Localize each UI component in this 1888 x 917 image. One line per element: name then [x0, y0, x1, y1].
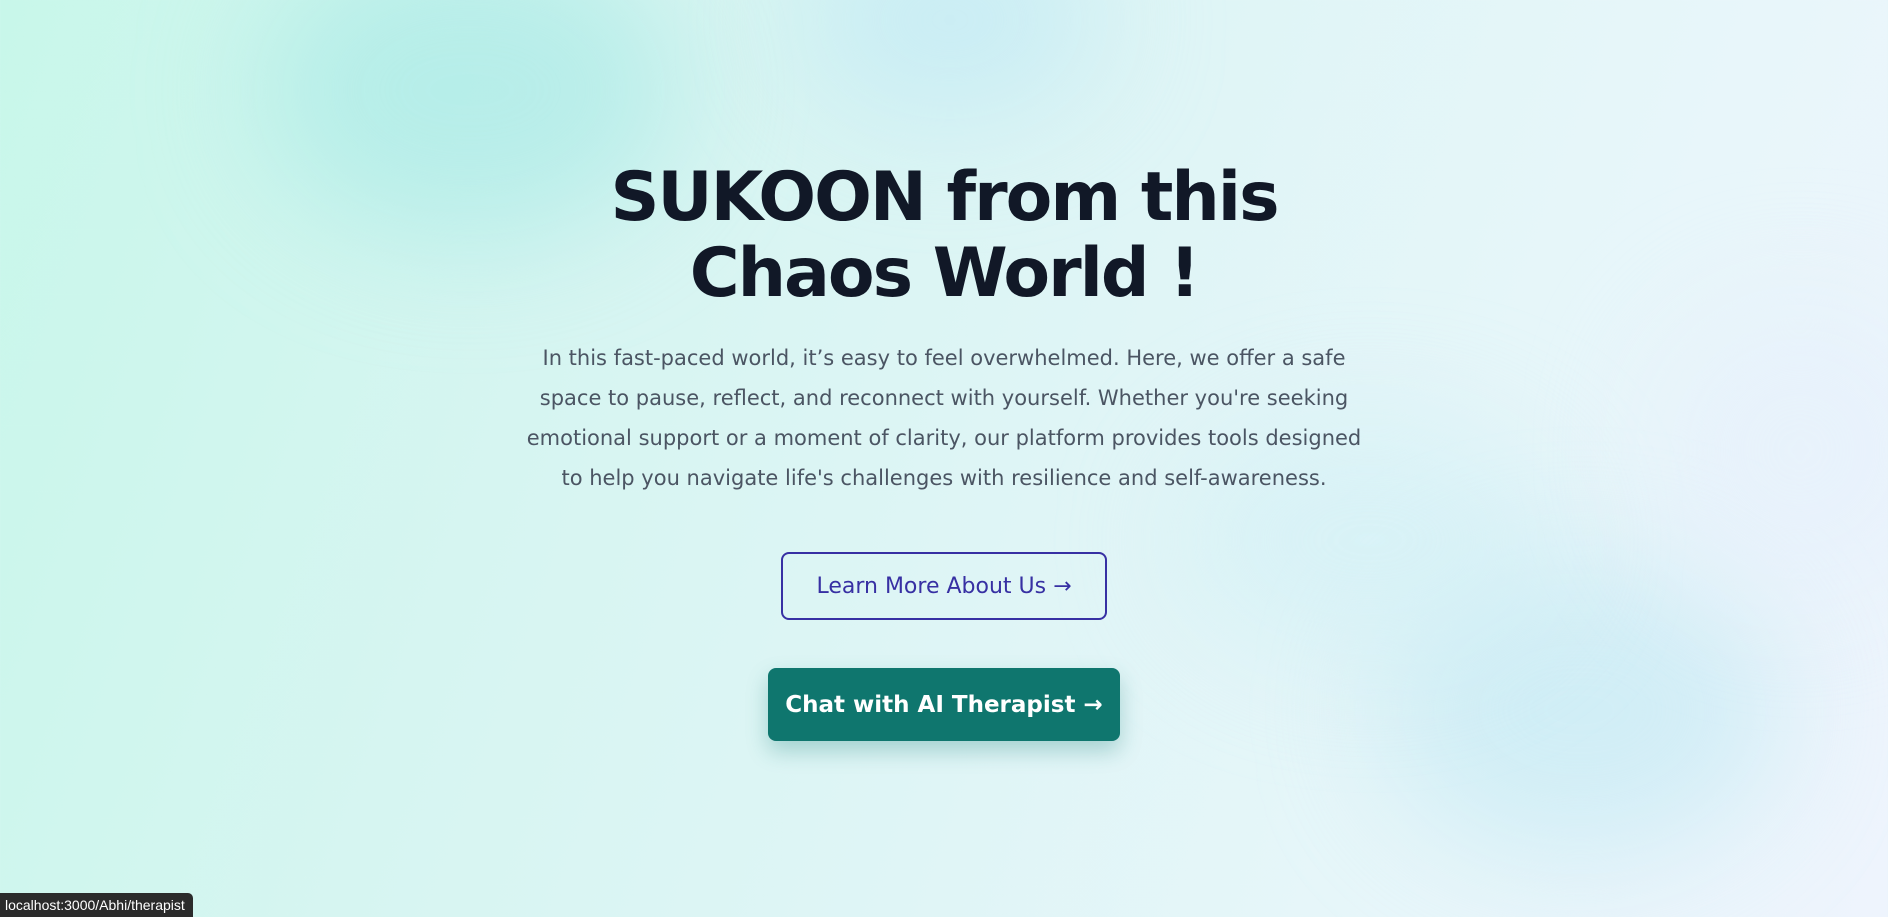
- hero-description: In this fast-paced world, it’s easy to f…: [526, 346, 1362, 490]
- link-status-url: localhost:3000/Abhi/therapist: [0, 893, 193, 917]
- background-glow: [800, 0, 1100, 120]
- hero-headline: SUKOON from this Chaos World !: [610, 158, 1279, 313]
- chat-with-ai-therapist-button[interactable]: Chat with AI Therapist →: [768, 668, 1120, 741]
- hero-section: SUKOON from this Chaos World ! In this f…: [0, 160, 1888, 741]
- learn-more-button[interactable]: Learn More About Us →: [781, 552, 1107, 620]
